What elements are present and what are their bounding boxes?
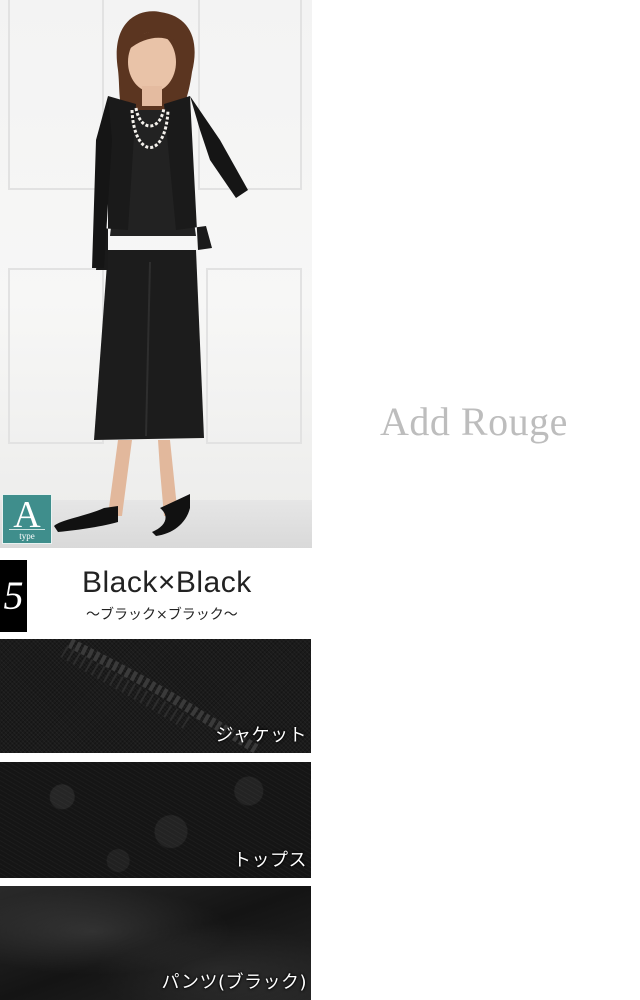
fabric-swatch-pants: パンツ(ブラック) bbox=[0, 886, 311, 1000]
brand-logo: Add Rouge bbox=[380, 399, 568, 444]
type-badge-sub: type bbox=[9, 529, 45, 541]
type-badge: A type bbox=[2, 494, 52, 544]
color-title: Black×Black bbox=[82, 566, 252, 599]
fabric-swatch-jacket: ジャケット bbox=[0, 639, 311, 753]
fabric-swatch-tops: トップス bbox=[0, 762, 311, 878]
model-figure bbox=[54, 11, 248, 536]
swatch-label-jacket: ジャケット bbox=[215, 725, 307, 746]
swatch-label-pants: パンツ(ブラック) bbox=[161, 972, 307, 993]
model-photo bbox=[0, 0, 312, 548]
swatch-label-tops: トップス bbox=[233, 850, 307, 871]
color-subtitle: ～ブラック×ブラック～ bbox=[86, 607, 238, 623]
item-number: 5 bbox=[0, 560, 27, 632]
